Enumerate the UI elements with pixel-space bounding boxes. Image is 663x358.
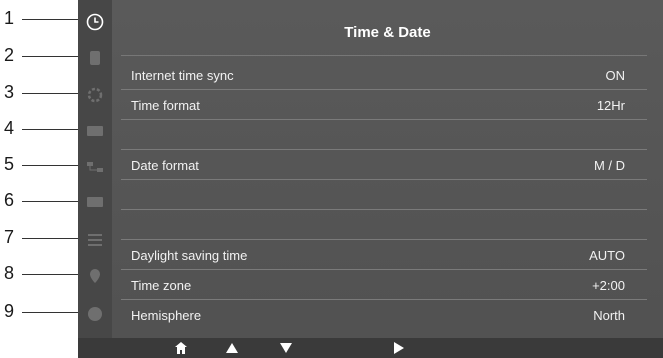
setting-row-internet-time-sync[interactable]: Internet time sync ON <box>121 60 647 90</box>
setting-label: Daylight saving time <box>131 248 248 263</box>
setting-value: 12Hr <box>596 98 625 113</box>
device-screen: Time & Date Internet time sync ON Time f… <box>78 0 663 358</box>
up-arrow-icon[interactable] <box>222 340 242 356</box>
clock-icon[interactable] <box>84 11 106 33</box>
setting-value: ON <box>605 68 626 83</box>
display-icon[interactable] <box>84 192 106 214</box>
home-icon[interactable] <box>171 340 191 356</box>
setting-row-empty <box>121 180 647 210</box>
setting-row-time-format[interactable]: Time format 12Hr <box>121 90 647 120</box>
setting-row-empty <box>121 210 647 240</box>
setting-value: M / D <box>593 158 625 173</box>
setting-label: Time zone <box>131 278 192 293</box>
callout-8: 8 <box>0 263 80 285</box>
keyboard-icon[interactable] <box>84 120 106 142</box>
setting-row-empty <box>121 120 647 150</box>
setting-label: Date format <box>131 158 199 173</box>
setting-label: Hemisphere <box>131 308 202 323</box>
globe-icon[interactable] <box>84 303 106 325</box>
down-arrow-icon[interactable] <box>276 340 296 356</box>
setting-label: Internet time sync <box>131 68 234 83</box>
setting-value: North <box>593 308 625 323</box>
callout-2: 2 <box>0 45 80 67</box>
callout-4: 4 <box>0 118 80 140</box>
location-icon[interactable] <box>84 265 106 287</box>
setting-row-date-format[interactable]: Date format M / D <box>121 150 647 180</box>
setting-row-hemisphere[interactable]: Hemisphere North <box>121 300 647 329</box>
callout-3: 3 <box>0 82 80 104</box>
settings-icon[interactable] <box>84 229 106 251</box>
setting-row-daylight-saving-time[interactable]: Daylight saving time AUTO <box>121 240 647 270</box>
callout-1: 1 <box>0 8 80 30</box>
callout-7: 7 <box>0 227 80 249</box>
bottom-nav-bar <box>78 338 663 358</box>
setting-label: Time format <box>131 98 200 113</box>
sidebar <box>78 0 112 338</box>
device-icon[interactable] <box>84 47 106 69</box>
gear-icon[interactable] <box>84 84 106 106</box>
right-arrow-icon[interactable] <box>389 340 409 356</box>
page-title: Time & Date <box>344 24 431 41</box>
setting-row-time-zone[interactable]: Time zone +2:00 <box>121 270 647 300</box>
title-divider <box>121 55 647 56</box>
callout-5: 5 <box>0 154 80 176</box>
network-icon[interactable] <box>84 156 106 178</box>
setting-value: +2:00 <box>592 278 625 293</box>
setting-value: AUTO <box>589 248 625 263</box>
callout-9: 9 <box>0 301 80 323</box>
callout-6: 6 <box>0 190 80 212</box>
